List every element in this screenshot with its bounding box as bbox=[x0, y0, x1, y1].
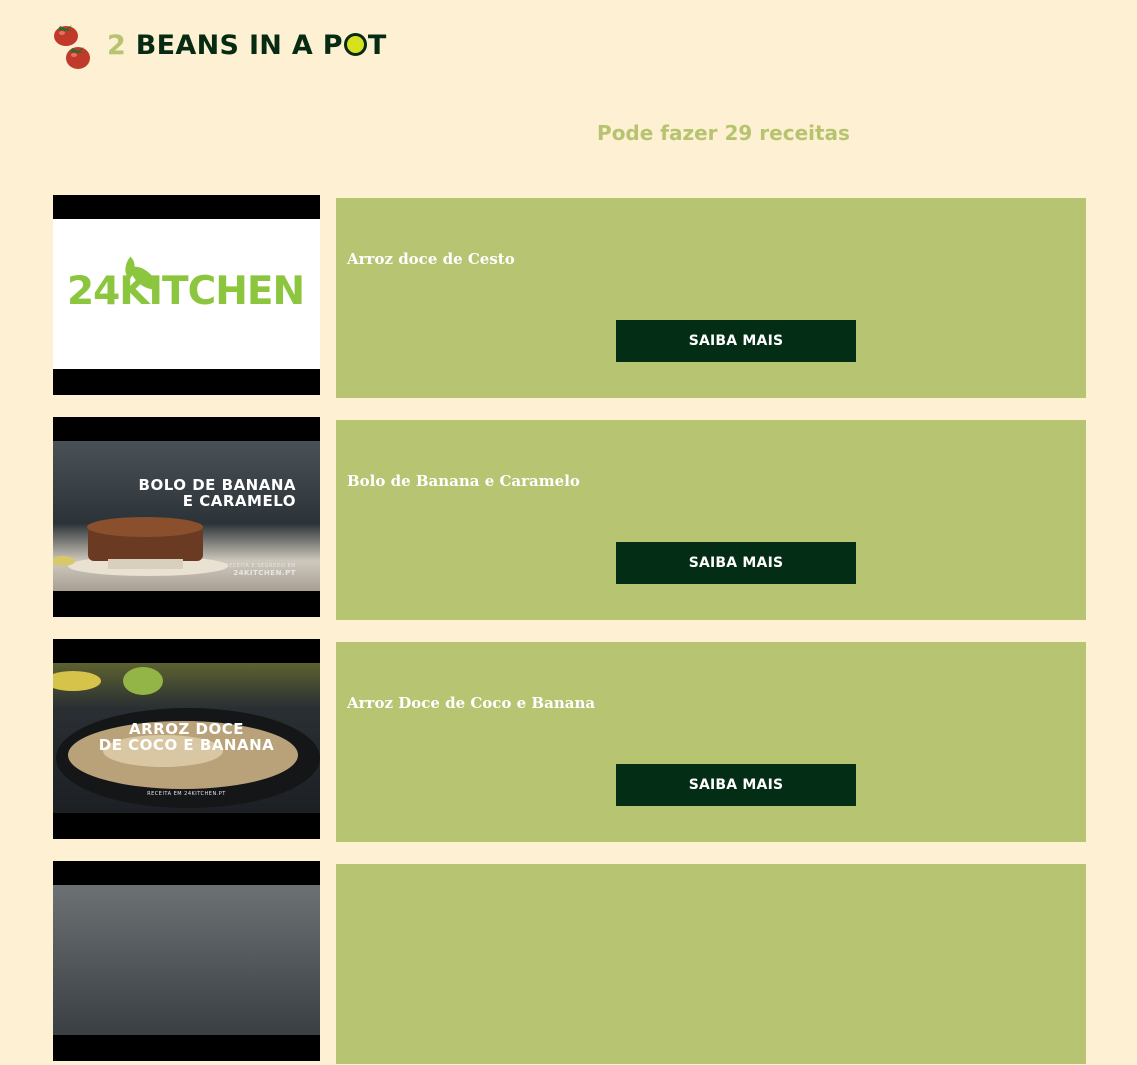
brand-text-end: T bbox=[367, 30, 387, 61]
recipe-item bbox=[53, 861, 1086, 1065]
lemon-o-icon bbox=[343, 33, 367, 56]
brand-text: BEANS IN A P bbox=[135, 30, 343, 61]
recipe-title[interactable]: Arroz Doce de Coco e Banana bbox=[347, 694, 595, 712]
coconut-rice-image: ARROZ DOCE DE COCO E BANANA RECEITA EM 2… bbox=[53, 663, 320, 813]
24kitchen-logo-image: 24KITCHEN bbox=[53, 219, 320, 369]
brand-name[interactable]: 2 BEANS IN A P T bbox=[107, 30, 387, 61]
site-logo[interactable] bbox=[52, 18, 96, 74]
saiba-mais-button[interactable]: SAIBA MAIS bbox=[616, 764, 856, 806]
caption-line: DE COCO E BANANA bbox=[98, 736, 275, 754]
recipe-title[interactable]: Arroz doce de Cesto bbox=[347, 250, 515, 268]
recipe-card: Bolo de Banana e Caramelo SAIBA MAIS bbox=[336, 420, 1086, 620]
banana-cake-image: BOLO DE BANANA E CARAMELO RECEITA E SEGR… bbox=[53, 441, 320, 591]
recipe-item: ARROZ DOCE DE COCO E BANANA RECEITA EM 2… bbox=[53, 639, 1086, 843]
recipe-image bbox=[53, 885, 320, 1035]
thumbnail-credit: RECEITA E SEGREDO EM 24KITCHEN.PT bbox=[225, 563, 296, 577]
recipe-title[interactable]: Bolo de Banana e Caramelo bbox=[347, 472, 580, 490]
thumbnail-credit: RECEITA EM 24KITCHEN.PT bbox=[147, 791, 226, 797]
saiba-mais-button[interactable]: SAIBA MAIS bbox=[616, 320, 856, 362]
recipe-thumbnail[interactable]: 24KITCHEN bbox=[53, 195, 320, 395]
24kitchen-brand-text: 24KITCHEN bbox=[67, 269, 305, 314]
recipe-item: 24KITCHEN Arroz doce de Cesto SAIBA MAIS bbox=[53, 195, 1086, 399]
recipe-thumbnail[interactable] bbox=[53, 861, 320, 1061]
recipe-item: BOLO DE BANANA E CARAMELO RECEITA E SEGR… bbox=[53, 417, 1086, 621]
caption-line: BOLO DE BANANA bbox=[138, 476, 296, 494]
caption-line: E CARAMELO bbox=[182, 492, 296, 510]
recipe-card: Arroz doce de Cesto SAIBA MAIS bbox=[336, 198, 1086, 398]
recipe-card bbox=[336, 864, 1086, 1064]
credit-line: 24KITCHEN.PT bbox=[233, 569, 296, 577]
tomato-icon bbox=[52, 18, 96, 74]
recipe-thumbnail[interactable]: BOLO DE BANANA E CARAMELO RECEITA E SEGR… bbox=[53, 417, 320, 617]
recipe-card: Arroz Doce de Coco e Banana SAIBA MAIS bbox=[336, 642, 1086, 842]
saiba-mais-button[interactable]: SAIBA MAIS bbox=[616, 542, 856, 584]
caption-line: ARROZ DOCE bbox=[128, 720, 245, 738]
recipe-thumbnail[interactable]: ARROZ DOCE DE COCO E BANANA RECEITA EM 2… bbox=[53, 639, 320, 839]
thumbnail-caption: ARROZ DOCE DE COCO E BANANA bbox=[53, 721, 320, 753]
brand-number: 2 bbox=[107, 30, 127, 61]
thumbnail-caption: BOLO DE BANANA E CARAMELO bbox=[139, 477, 296, 509]
recipes-count-heading: Pode fazer 29 receitas bbox=[597, 121, 850, 145]
